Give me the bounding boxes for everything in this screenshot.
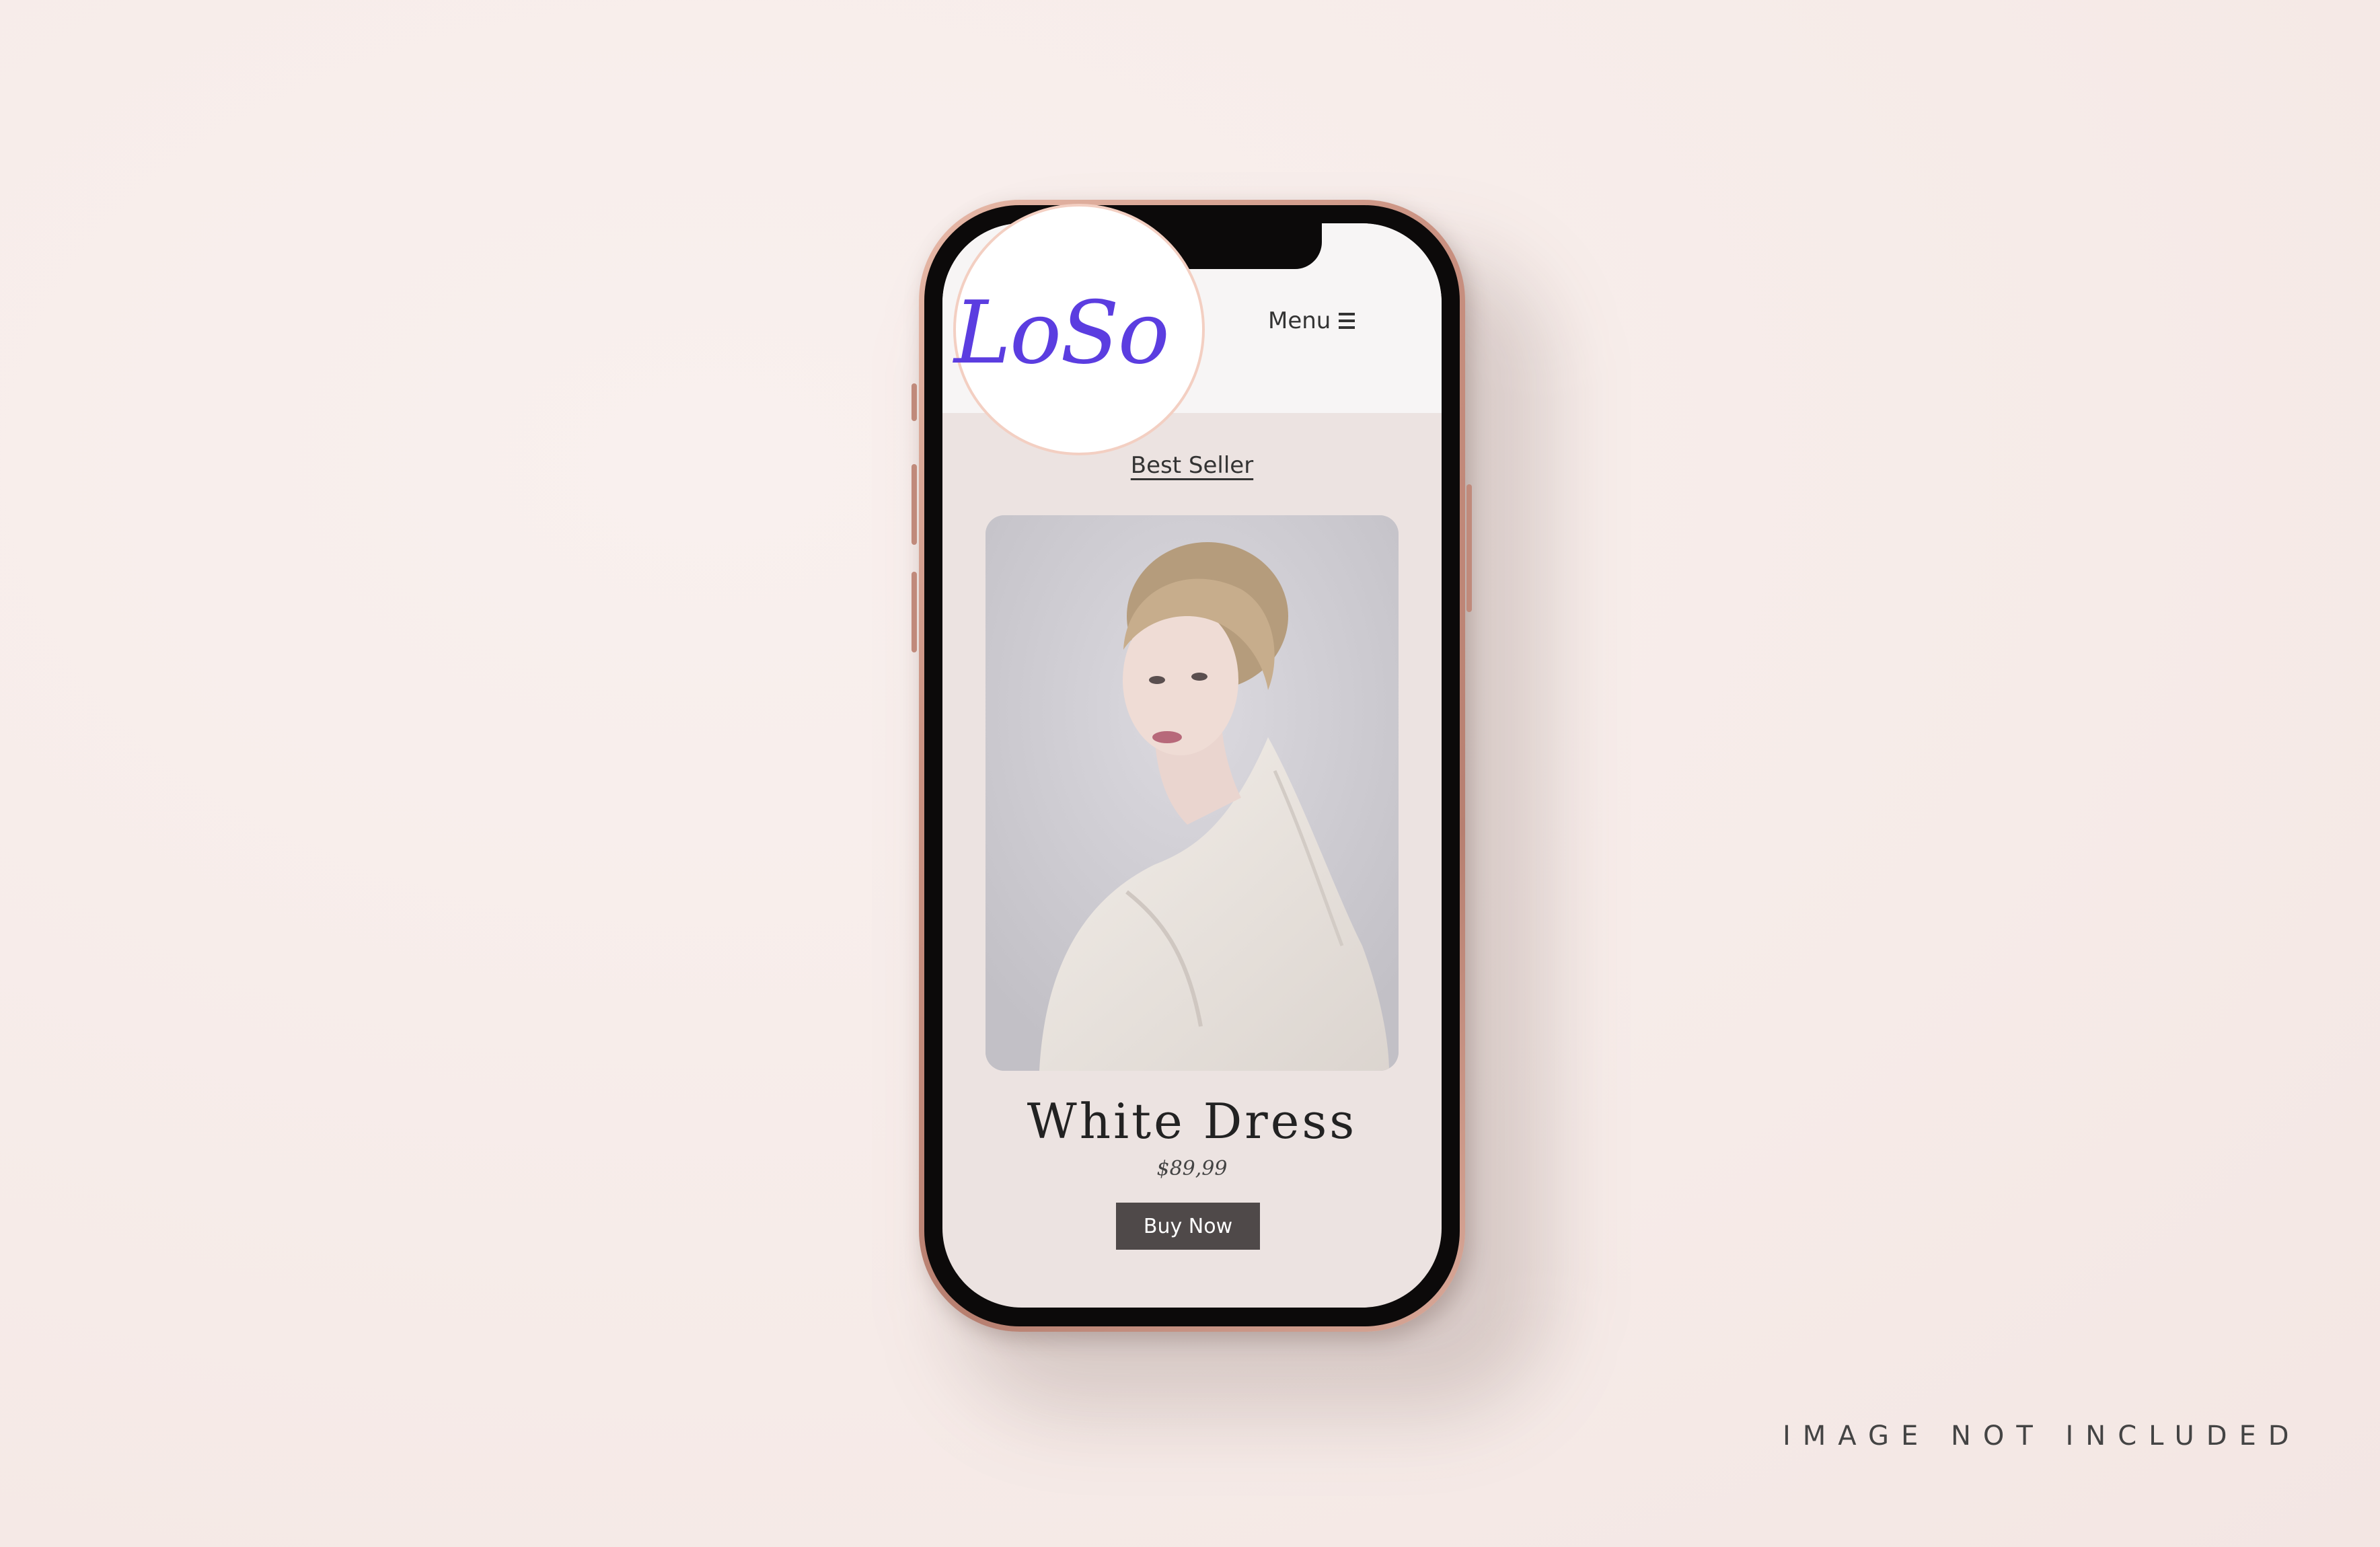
product-title: White Dress	[1027, 1093, 1358, 1149]
mockup-scene: Menu Best Seller White Dress $89,99 Buy …	[0, 0, 2380, 1547]
side-button-power	[1466, 484, 1472, 612]
menu-button[interactable]: Menu	[1268, 307, 1355, 334]
image-disclaimer: IMAGE NOT INCLUDED	[1783, 1421, 2301, 1451]
product-image[interactable]	[986, 515, 1399, 1071]
menu-label: Menu	[1268, 307, 1331, 334]
side-button-mute	[912, 383, 917, 421]
hamburger-icon	[1339, 313, 1355, 329]
model-illustration	[986, 515, 1399, 1071]
side-button-volume-up	[912, 464, 917, 545]
best-seller-link[interactable]: Best Seller	[942, 452, 1442, 479]
product-price: $89,99	[1156, 1157, 1228, 1180]
side-button-volume-down	[912, 572, 917, 652]
logo[interactable]: LoSo	[954, 291, 1210, 377]
buy-now-button[interactable]: Buy Now	[1116, 1203, 1260, 1250]
